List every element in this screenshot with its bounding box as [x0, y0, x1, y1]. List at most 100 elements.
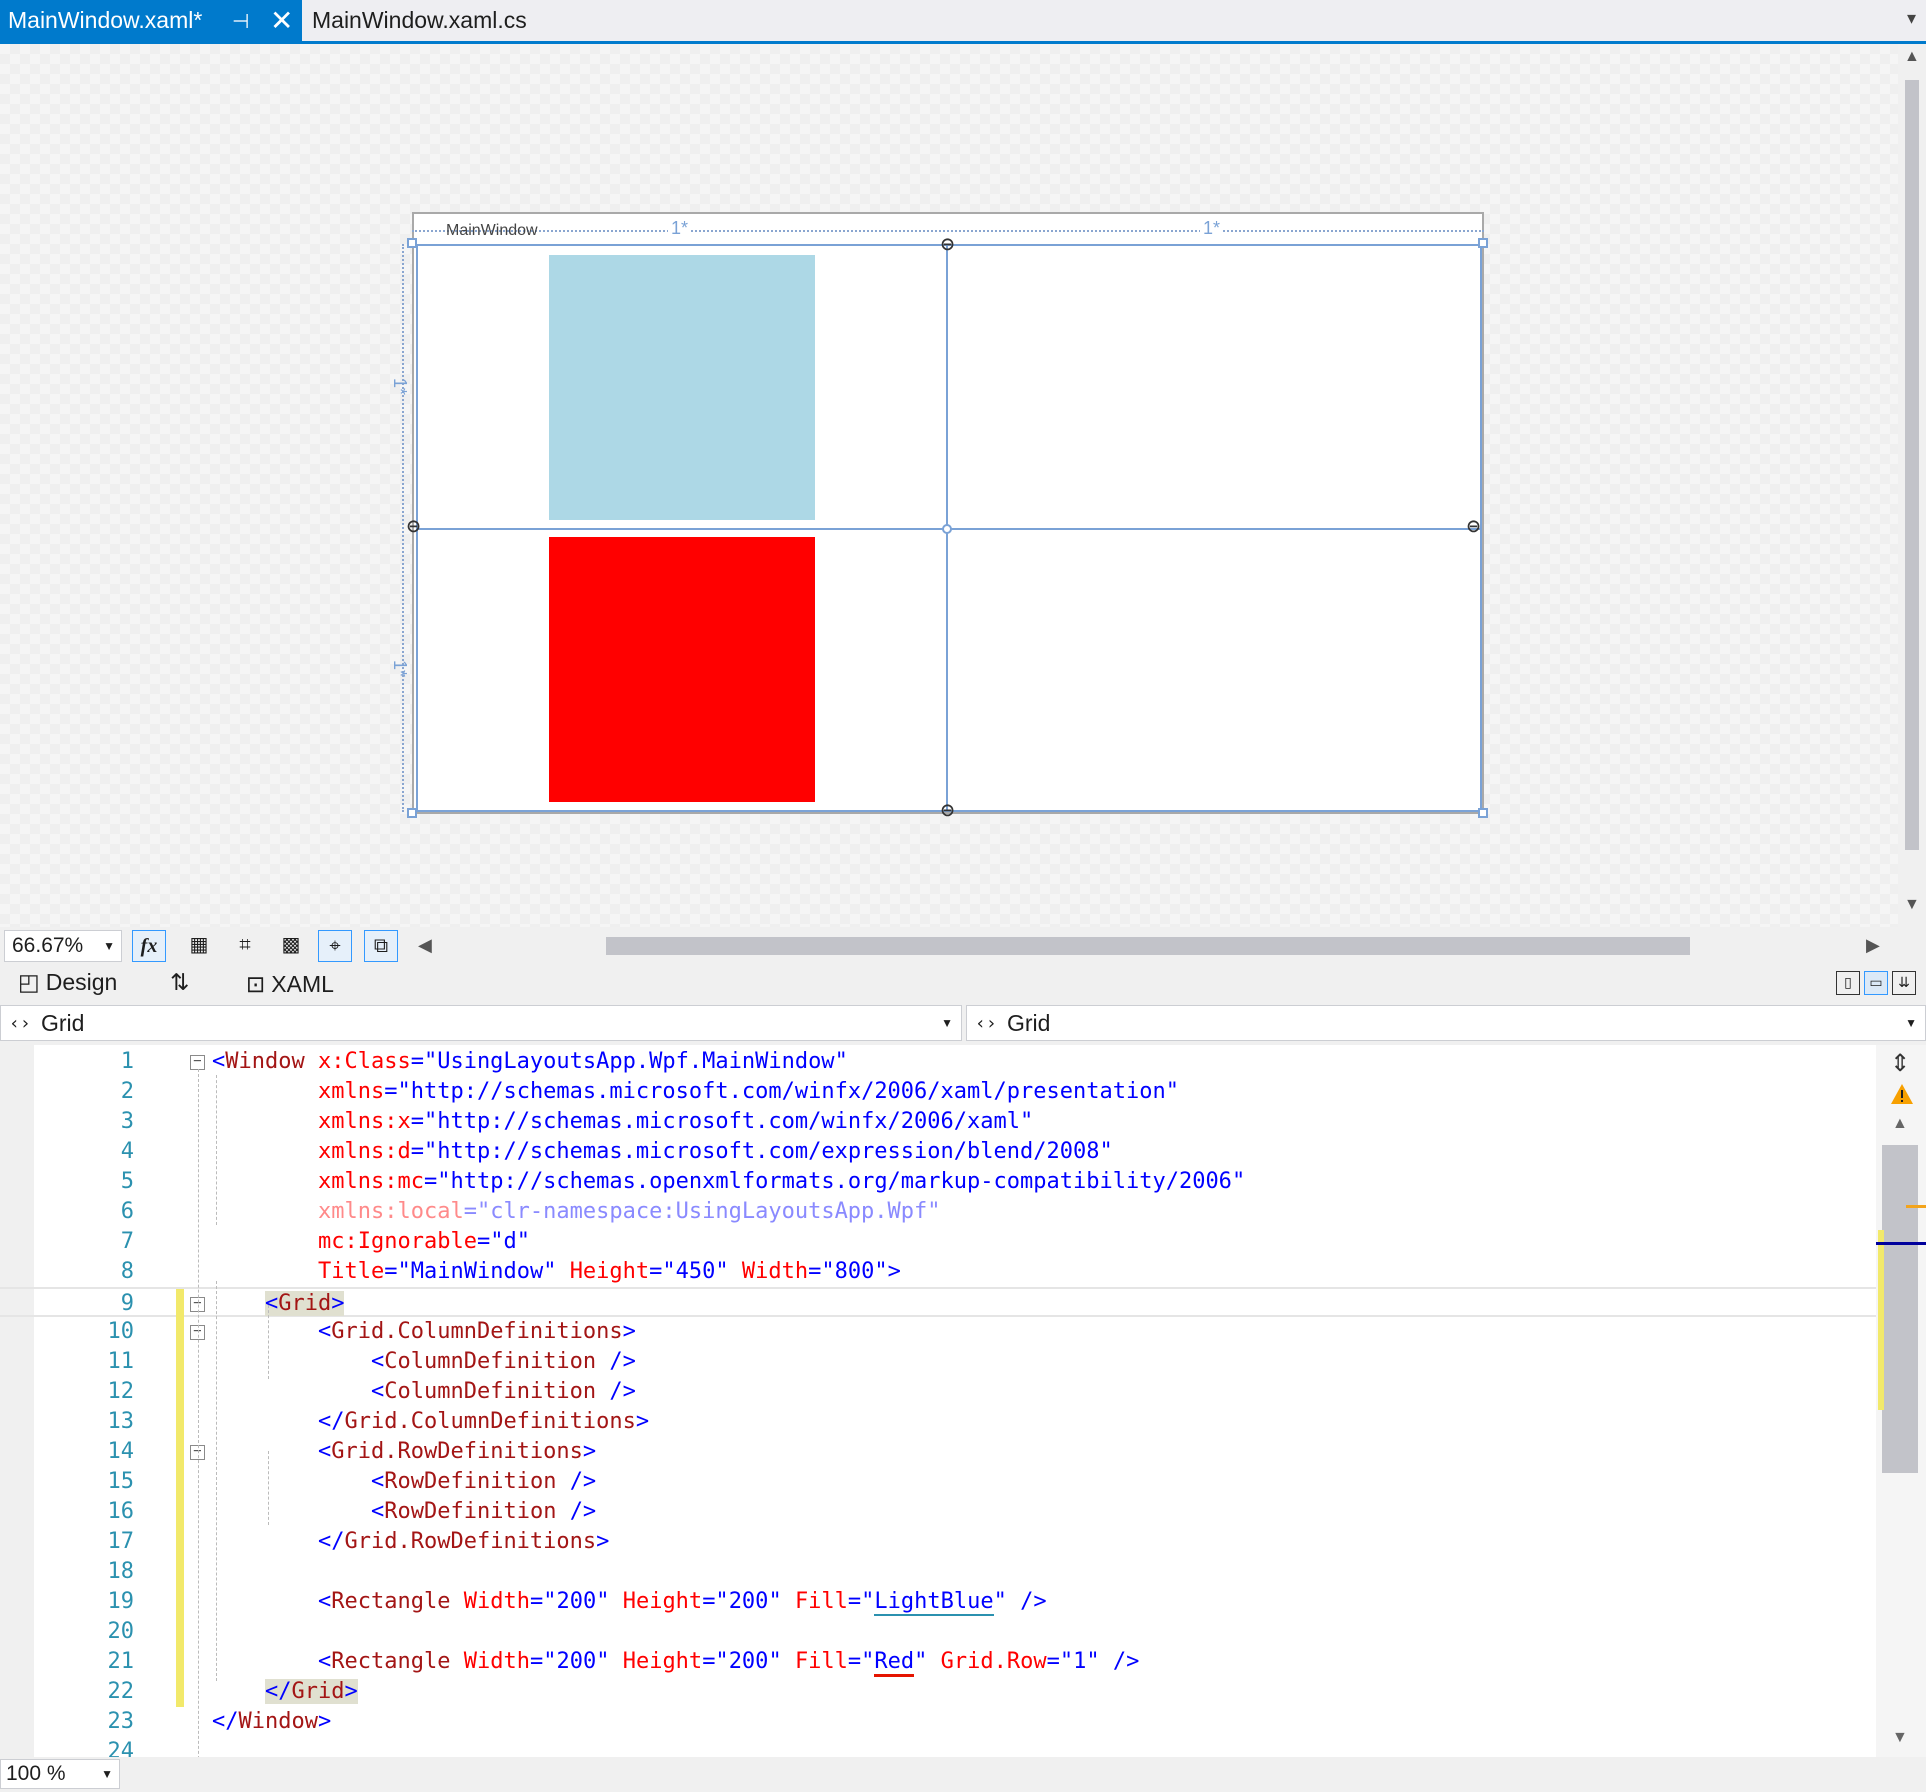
code-line[interactable]: 3 xmlns:x="http://schemas.microsoft.com/w… — [0, 1107, 1876, 1137]
resize-handle[interactable] — [407, 238, 417, 248]
scroll-thumb[interactable] — [1882, 1145, 1918, 1473]
member-scope-dropdown[interactable]: ‹› Grid ▼ — [966, 1005, 1926, 1041]
snap-gridlines-icon[interactable]: ⌗ — [228, 930, 262, 962]
collapse-icon[interactable]: − — [190, 1054, 205, 1070]
line-number: 21 — [107, 1649, 135, 1674]
code-line[interactable]: 20 — [0, 1617, 1876, 1647]
code-token: xmlns:local — [318, 1199, 464, 1224]
change-marker — [1878, 1230, 1884, 1410]
scroll-right-icon[interactable]: ▶ — [1866, 935, 1880, 956]
warning-icon[interactable] — [1890, 1083, 1914, 1105]
row-size-label[interactable]: 1* — [389, 375, 410, 398]
rectangle-lightblue[interactable] — [549, 255, 815, 520]
chevron-down-icon: ▼ — [941, 1016, 953, 1030]
code-line[interactable]: 14− <Grid.RowDefinitions> — [0, 1437, 1876, 1467]
vertical-split-icon[interactable]: ▯ — [1836, 971, 1860, 995]
code-line[interactable]: 16 <RowDefinition /> — [0, 1497, 1876, 1527]
rectangle-red[interactable] — [549, 537, 815, 802]
code-token: Grid.Row — [940, 1649, 1047, 1674]
grid-center-handle[interactable] — [942, 524, 952, 534]
code-line[interactable]: 21 <Rectangle Width="200" Height="200" Fi… — [0, 1647, 1876, 1677]
pin-icon[interactable]: ⊣ — [232, 9, 249, 34]
line-number: 19 — [107, 1589, 135, 1614]
code-line[interactable]: 11 <ColumnDefinition /> — [0, 1347, 1876, 1377]
line-number: 8 — [120, 1259, 134, 1284]
code-token: < — [265, 1291, 279, 1316]
code-line[interactable]: 8 Title="MainWindow" Height="450" Width="… — [0, 1257, 1876, 1287]
code-line[interactable]: 2 xmlns="http://schemas.microsoft.com/win… — [0, 1077, 1876, 1107]
editor-vertical-scrollbar[interactable]: ⇕ ▲ ▼ — [1876, 1045, 1926, 1757]
row-size-label[interactable]: 1* — [389, 657, 410, 680]
resize-handle[interactable] — [407, 808, 417, 818]
formula-icon[interactable]: fx — [132, 930, 166, 962]
collapse-pane-icon[interactable]: ⇊ — [1892, 971, 1916, 995]
close-icon[interactable]: ✕ — [270, 4, 293, 37]
column-size-label[interactable]: 1* — [1200, 218, 1224, 239]
tab-mainwindow-xaml[interactable]: MainWindow.xaml* ⊣ ✕ — [0, 0, 302, 41]
resize-handle[interactable] — [1478, 808, 1488, 818]
change-indicator — [176, 1437, 184, 1467]
code-line[interactable]: 5 xmlns:mc="http://schemas.openxmlformats… — [0, 1167, 1876, 1197]
swap-panes-icon[interactable]: ⇅ — [170, 969, 189, 996]
code-line[interactable]: 12 <ColumnDefinition /> — [0, 1377, 1876, 1407]
split-editor-icon[interactable]: ⇕ — [1890, 1049, 1910, 1078]
artboard-background-icon[interactable]: ▩ — [274, 930, 308, 962]
link-icon[interactable]: ⊖ — [406, 516, 421, 537]
code-line[interactable]: 1 − <Window x:Class="UsingLayoutsApp.Wpf.M… — [0, 1047, 1876, 1077]
code-text: <Grid.ColumnDefinitions> — [318, 1317, 636, 1347]
code-line[interactable]: 10− <Grid.ColumnDefinitions> — [0, 1317, 1876, 1347]
element-scope-dropdown[interactable]: ‹› Grid ▼ — [0, 1005, 962, 1041]
code-line[interactable]: 9− <Grid> — [0, 1287, 1876, 1319]
horizontal-split-icon[interactable]: ▭ — [1864, 971, 1888, 995]
link-icon[interactable]: ⊖ — [1466, 516, 1481, 537]
link-icon[interactable]: ⊖ — [940, 234, 955, 255]
zoom-dropdown[interactable]: 66.67% ▼ — [4, 930, 122, 962]
tab-overflow-icon[interactable]: ▾ — [1907, 8, 1916, 29]
scroll-thumb[interactable] — [1905, 80, 1919, 850]
scroll-down-icon[interactable]: ▼ — [1892, 1729, 1908, 1747]
line-number: 13 — [107, 1409, 135, 1434]
code-line[interactable]: 6 xmlns:local="clr-namespace:UsingLayouts… — [0, 1197, 1876, 1227]
code-line[interactable]: 24 — [0, 1737, 1876, 1757]
code-token: Window — [238, 1709, 318, 1734]
code-line[interactable]: 19 <Rectangle Width="200" Height="200" Fi… — [0, 1587, 1876, 1617]
document-tab-bar: MainWindow.xaml* ⊣ ✕ MainWindow.xaml.cs … — [0, 0, 1926, 44]
code-line[interactable]: 15 <RowDefinition /> — [0, 1467, 1876, 1497]
code-line[interactable]: 17 </Grid.RowDefinitions> — [0, 1527, 1876, 1557]
resize-handle[interactable] — [1478, 238, 1488, 248]
xaml-code-editor[interactable]: 1− <Window x:Class="UsingLayoutsApp.Wpf.M… — [0, 1045, 1926, 1779]
scroll-down-icon[interactable]: ▼ — [1904, 896, 1920, 914]
code-line[interactable]: 22 </Grid> — [0, 1677, 1876, 1707]
code-token: Fill — [794, 1649, 848, 1674]
column-size-label[interactable]: 1* — [668, 218, 692, 239]
horizontal-scroll-thumb[interactable] — [606, 937, 1690, 955]
editor-zoom-dropdown[interactable]: 100 % ▼ — [0, 1759, 120, 1789]
scroll-up-icon[interactable]: ▲ — [1904, 48, 1920, 66]
scroll-up-icon[interactable]: ▲ — [1892, 1115, 1908, 1133]
project-code-icon[interactable]: ⧉ — [364, 930, 398, 962]
code-token: =" — [410, 1049, 438, 1074]
line-number: 7 — [120, 1229, 134, 1254]
code-lines[interactable]: 1− <Window x:Class="UsingLayoutsApp.Wpf.M… — [0, 1045, 1876, 1757]
link-icon[interactable]: ⊖ — [940, 800, 955, 821]
show-grid-icon[interactable]: ▦ — [182, 930, 216, 962]
code-line[interactable]: 23 </Window> — [0, 1707, 1876, 1737]
code-token: " — [596, 1589, 610, 1614]
tab-xaml[interactable]: ⊡ XAML — [246, 971, 334, 998]
code-line[interactable]: 18 — [0, 1557, 1876, 1587]
tab-design[interactable]: ◰ Design — [18, 969, 117, 996]
scroll-left-icon[interactable]: ◀ — [418, 935, 432, 956]
row-ruler[interactable] — [402, 244, 404, 812]
tab-mainwindow-xaml-cs[interactable]: MainWindow.xaml.cs — [312, 0, 527, 41]
code-line[interactable]: 7 mc:Ignorable="d" — [0, 1227, 1876, 1257]
designer-vertical-scrollbar[interactable]: ▲ ▼ — [1898, 44, 1926, 927]
snap-snaplines-icon[interactable]: ⌖ — [318, 930, 352, 962]
code-token: Height — [622, 1589, 703, 1614]
code-token: Grid.ColumnDefinitions — [344, 1409, 636, 1434]
code-line[interactable]: 4 xmlns:d="http://schemas.microsoft.com/e… — [0, 1137, 1876, 1167]
code-line[interactable]: 13 </Grid.ColumnDefinitions> — [0, 1407, 1876, 1437]
editor-status-bar: 100 % ▼ — [0, 1757, 1926, 1792]
column-ruler[interactable] — [412, 230, 1484, 232]
